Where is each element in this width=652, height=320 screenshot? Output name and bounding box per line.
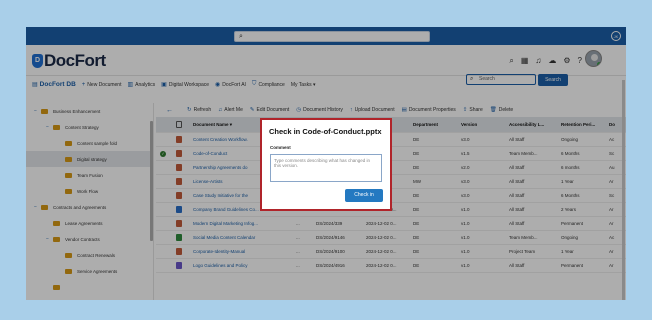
dialog-title: Check in Code-of-Conduct.pptx xyxy=(269,127,382,136)
app-window: ⌕ JK D DocFort ⌕ ▦ ♫ ☁ ⚙ ? ▤ DocFort DB … xyxy=(26,27,626,300)
check-in-button[interactable]: Check in xyxy=(345,189,383,202)
comment-textarea[interactable] xyxy=(270,154,382,182)
comment-label: Comment xyxy=(270,145,291,150)
check-in-dialog: Check in Code-of-Conduct.pptx Comment Ch… xyxy=(260,118,392,211)
